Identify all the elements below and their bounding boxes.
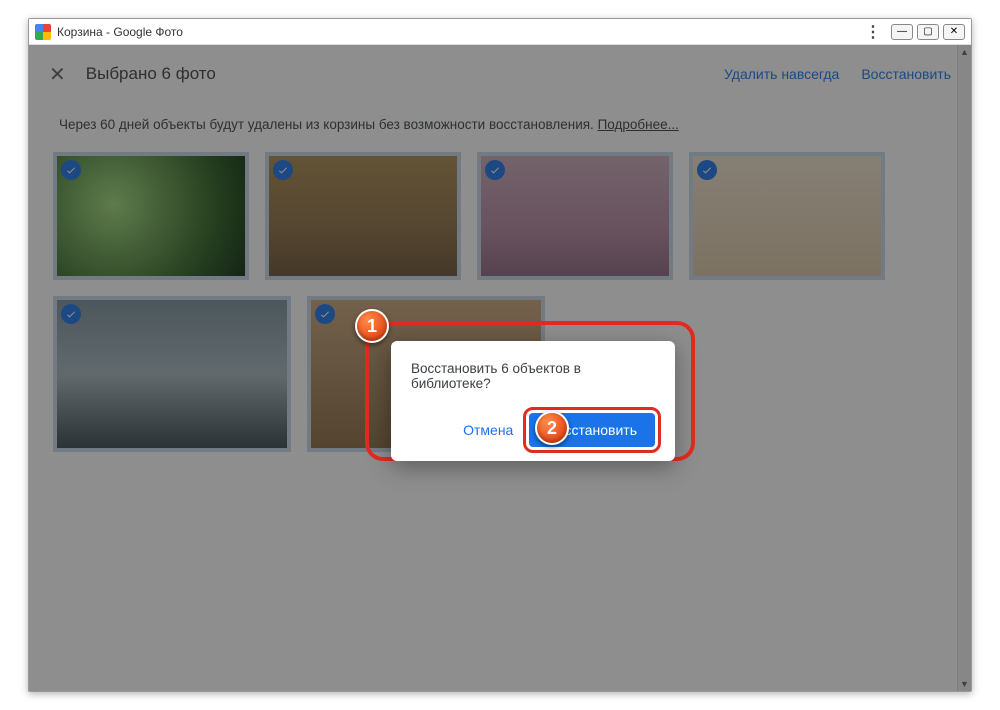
cancel-button[interactable]: Отмена [455,416,521,444]
window-close-button[interactable]: ✕ [943,24,965,40]
window-title: Корзина - Google Фото [57,25,863,39]
maximize-button[interactable]: ▢ [917,24,939,40]
more-menu-icon[interactable]: ⋮ [863,22,883,42]
minimize-button[interactable]: — [891,24,913,40]
titlebar: Корзина - Google Фото ⋮ — ▢ ✕ [29,19,971,45]
dialog-actions: Отмена Восстановить [411,413,655,447]
app-window: Корзина - Google Фото ⋮ — ▢ ✕ ✕ Выбрано … [28,18,972,692]
window-controls: — ▢ ✕ [891,24,965,40]
app-body: ✕ Выбрано 6 фото Удалить навсегда Восста… [29,45,971,691]
step-badge-1: 1 [355,309,389,343]
dialog-message: Восстановить 6 объектов в библиотеке? [411,361,655,391]
step-badge-2: 2 [535,411,569,445]
restore-dialog: Восстановить 6 объектов в библиотеке? От… [391,341,675,461]
app-icon [35,24,51,40]
